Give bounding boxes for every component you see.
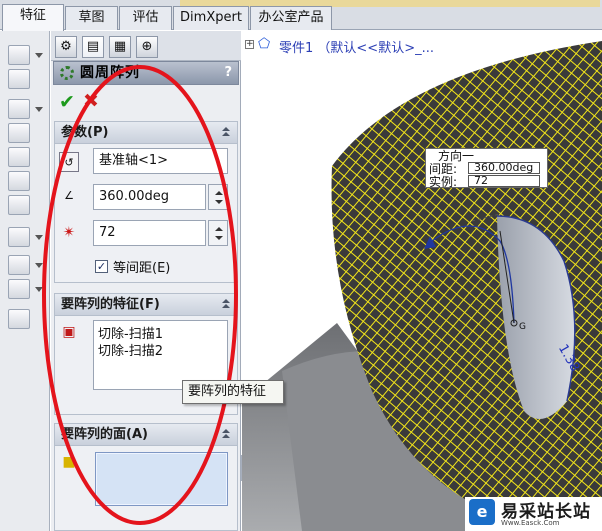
collapse-chevron-icon[interactable] bbox=[221, 429, 232, 440]
face-select-icon: ■ bbox=[62, 454, 76, 470]
dimxpert-manager-tab-icon[interactable]: ⊕ bbox=[136, 36, 158, 58]
equal-spacing-checkbox[interactable]: ✓ bbox=[95, 260, 108, 273]
manager-tabs: ⚙ ▤ ▦ ⊕ bbox=[51, 31, 241, 61]
configuration-manager-tab-icon[interactable]: ▦ bbox=[109, 36, 131, 58]
parameters-group-header[interactable]: 参数(P) bbox=[55, 122, 237, 144]
faces-group-header[interactable]: 要阵列的面(A) bbox=[55, 424, 237, 446]
spacing-value[interactable]: 360.00deg bbox=[468, 162, 540, 174]
toolbar-button[interactable] bbox=[8, 255, 30, 275]
toolbar-button[interactable] bbox=[8, 45, 30, 65]
list-item[interactable]: 切除-扫描2 bbox=[98, 340, 163, 359]
tab-sketch[interactable]: 草图 bbox=[65, 6, 118, 30]
left-command-toolbar bbox=[0, 31, 50, 531]
pattern-axis-field[interactable]: 基准轴<1> bbox=[93, 148, 228, 174]
solidworks-window: 特征 草图 评估 DimXpert 办公室产品 ⚙ ▤ ▦ ⊕ 圆周阵列 ? ✔… bbox=[0, 0, 602, 531]
features-group-header[interactable]: 要阵列的特征(F) bbox=[55, 294, 237, 316]
dropdown-arrow-icon[interactable] bbox=[35, 107, 43, 112]
dropdown-arrow-icon[interactable] bbox=[35, 263, 43, 268]
instances-value[interactable]: 72 bbox=[468, 175, 540, 187]
parameters-header-label: 参数(P) bbox=[61, 125, 109, 140]
instances-spinner[interactable] bbox=[208, 220, 228, 246]
collapse-chevron-icon[interactable] bbox=[221, 299, 232, 310]
tab-dimxpert[interactable]: DimXpert bbox=[173, 6, 249, 30]
angle-spinner[interactable] bbox=[208, 184, 228, 210]
ok-check-icon[interactable]: ✔ bbox=[59, 91, 75, 113]
feature-manager-tab-icon[interactable]: ⚙ bbox=[55, 36, 77, 58]
faces-selection-box[interactable] bbox=[95, 452, 228, 506]
toolbar-button[interactable] bbox=[8, 171, 30, 191]
cancel-x-icon[interactable]: ✖ bbox=[83, 90, 99, 112]
instances-icon: ✴ bbox=[62, 223, 76, 241]
feature-select-icon: ▣ bbox=[62, 324, 76, 340]
toolbar-button[interactable] bbox=[8, 147, 30, 167]
property-manager-header: 圆周阵列 ? bbox=[53, 61, 239, 85]
faces-to-pattern-group: 要阵列的面(A) ■ bbox=[54, 423, 238, 531]
watermark-logo-icon: e bbox=[469, 499, 495, 525]
help-button[interactable]: ? bbox=[224, 62, 232, 84]
dropdown-arrow-icon[interactable] bbox=[35, 287, 43, 292]
graphics-area[interactable]: + ⬠ 零件1 （默认<<默认>_... G 1.38 bbox=[242, 31, 602, 531]
toolbar-button[interactable] bbox=[8, 69, 30, 89]
tooltip: 要阵列的特征 bbox=[182, 380, 284, 404]
toolbar-button[interactable] bbox=[8, 123, 30, 143]
model-viewport: G 1.38 bbox=[242, 41, 602, 531]
collapse-chevron-icon[interactable] bbox=[221, 127, 232, 138]
angle-field[interactable]: 360.00deg bbox=[93, 184, 206, 210]
toolbar-button[interactable] bbox=[8, 99, 30, 119]
command-manager-tabs: 特征 草图 评估 DimXpert 办公室产品 bbox=[0, 0, 602, 31]
ok-cancel-bar: ✔ ✖ bbox=[53, 87, 239, 117]
linear-pattern-button[interactable] bbox=[8, 227, 30, 247]
toolbar-button[interactable] bbox=[8, 279, 30, 299]
parameters-group: 参数(P) ↺ 基准轴<1> ∠ 360.00deg ✴ 72 ✓ 等间距(E) bbox=[54, 121, 238, 283]
toolbar-button[interactable] bbox=[8, 195, 30, 215]
dropdown-arrow-icon[interactable] bbox=[35, 53, 43, 58]
tab-office-products[interactable]: 办公室产品 bbox=[250, 6, 332, 30]
dropdown-arrow-icon[interactable] bbox=[35, 235, 43, 240]
tab-features[interactable]: 特征 bbox=[2, 4, 64, 31]
reverse-direction-icon[interactable]: ↺ bbox=[59, 152, 79, 172]
faces-header-label: 要阵列的面(A) bbox=[61, 427, 148, 442]
equal-spacing-label: 等间距(E) bbox=[113, 261, 171, 276]
direction-callout[interactable]: 方向一 间距: 360.00deg 实例: 72 bbox=[425, 148, 548, 188]
circular-pattern-icon bbox=[60, 66, 74, 80]
property-manager: ⚙ ▤ ▦ ⊕ 圆周阵列 ? ✔ ✖ 参数(P) ↺ 基准轴<1> ∠ 360.… bbox=[51, 31, 241, 531]
point-label: G bbox=[519, 322, 526, 332]
instances-label: 实例: bbox=[429, 175, 458, 189]
site-watermark: e 易采站长站 Www.Easck.Com bbox=[465, 497, 602, 531]
angle-icon: ∠ bbox=[64, 189, 74, 202]
spacing-label: 间距: bbox=[429, 162, 458, 176]
features-header-label: 要阵列的特征(F) bbox=[61, 297, 160, 312]
toolbar-button[interactable] bbox=[8, 309, 30, 329]
property-manager-tab-icon[interactable]: ▤ bbox=[82, 36, 104, 58]
instances-field[interactable]: 72 bbox=[93, 220, 206, 246]
watermark-url: Www.Easck.Com bbox=[501, 519, 560, 527]
page-title: 圆周阵列 bbox=[80, 65, 140, 81]
tab-evaluate[interactable]: 评估 bbox=[119, 6, 172, 30]
